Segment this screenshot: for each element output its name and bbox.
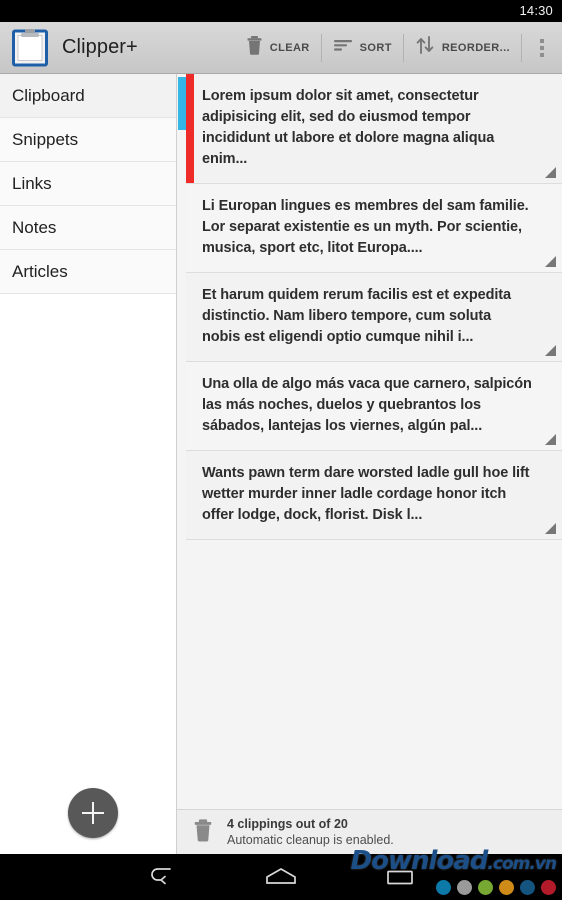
clipping-text: Wants pawn term dare worsted ladle gull … [202, 465, 530, 523]
expand-handle-icon[interactable] [545, 434, 556, 445]
clipping-text: Lorem ipsum dolor sit amet, consectetur … [202, 88, 495, 167]
clipping-count: 4 clippings out of 20 [227, 817, 348, 831]
item-accent-bar [186, 451, 194, 539]
trash-icon [193, 818, 215, 847]
sidebar-item-label: Articles [12, 261, 68, 281]
list-status-bar: 4 clippings out of 20 Automatic cleanup … [177, 809, 562, 854]
clipping-text: Li Europan lingues es membres del sam fa… [202, 198, 529, 256]
item-accent-bar [186, 362, 194, 450]
sidebar-item-links[interactable]: Links [0, 162, 176, 206]
sidebar-item-clipboard[interactable]: Clipboard [0, 74, 176, 118]
expand-handle-icon[interactable] [545, 345, 556, 356]
app-screen: 14:30 Clipper+ CLEAR SORT REORDER... Cli… [0, 0, 562, 900]
list-item[interactable]: Lorem ipsum dolor sit amet, consectetur … [186, 74, 562, 184]
clipping-list[interactable]: Lorem ipsum dolor sit amet, consectetur … [186, 74, 562, 809]
page-title: Clipper+ [62, 36, 138, 58]
sidebar-item-label: Notes [12, 217, 57, 237]
sort-label: SORT [359, 41, 392, 54]
sidebar-item-label: Snippets [12, 129, 79, 149]
app-action-bar: Clipper+ CLEAR SORT REORDER... [0, 22, 562, 74]
status-text-block: 4 clippings out of 20 Automatic cleanup … [227, 816, 394, 848]
list-scrollbar[interactable] [178, 77, 186, 130]
overflow-dot [540, 52, 544, 57]
list-item[interactable]: Li Europan lingues es membres del sam fa… [186, 184, 562, 273]
clipping-text: Una olla de algo más vaca que carnero, s… [202, 376, 532, 434]
android-nav-bar [0, 854, 562, 900]
reorder-button[interactable]: REORDER... [404, 22, 521, 74]
overflow-dot [540, 38, 544, 43]
sidebar-item-notes[interactable]: Notes [0, 206, 176, 250]
add-clipping-fab[interactable] [68, 788, 118, 838]
expand-handle-icon[interactable] [545, 523, 556, 534]
reorder-label: REORDER... [441, 41, 510, 54]
category-sidebar: Clipboard Snippets Links Notes Articles [0, 74, 177, 854]
list-item[interactable]: Una olla de algo más vaca que carnero, s… [186, 362, 562, 451]
recents-icon[interactable] [360, 854, 440, 900]
sort-button[interactable]: SORT [322, 22, 403, 74]
overflow-menu-icon[interactable] [522, 22, 562, 74]
overflow-dot [540, 45, 544, 50]
sidebar-item-label: Clipboard [12, 85, 85, 105]
list-item[interactable]: Et harum quidem rerum facilis est et exp… [186, 273, 562, 362]
status-bar-clock: 14:30 [519, 3, 553, 18]
reorder-icon [415, 35, 435, 60]
sort-icon [333, 37, 353, 58]
clipping-text: Et harum quidem rerum facilis est et exp… [202, 287, 511, 345]
expand-handle-icon[interactable] [545, 256, 556, 267]
android-status-bar: 14:30 [0, 0, 562, 22]
list-empty-area [186, 540, 562, 560]
clear-label: CLEAR [269, 41, 310, 54]
sidebar-item-label: Links [12, 173, 52, 193]
sidebar-item-articles[interactable]: Articles [0, 250, 176, 294]
expand-handle-icon[interactable] [545, 167, 556, 178]
clipboard-icon [12, 28, 48, 68]
item-accent-bar [186, 74, 194, 183]
main-content: Clipboard Snippets Links Notes Articles [0, 74, 562, 854]
back-icon[interactable] [120, 854, 200, 900]
home-icon[interactable] [241, 854, 321, 900]
item-accent-bar [186, 273, 194, 361]
list-item[interactable]: Wants pawn term dare worsted ladle gull … [186, 451, 562, 540]
clipping-list-pane: Lorem ipsum dolor sit amet, consectetur … [177, 74, 562, 854]
cleanup-status: Automatic cleanup is enabled. [227, 833, 394, 847]
clear-button[interactable]: CLEAR [235, 22, 321, 74]
trash-icon [246, 35, 263, 60]
item-accent-bar [186, 184, 194, 272]
sidebar-item-snippets[interactable]: Snippets [0, 118, 176, 162]
